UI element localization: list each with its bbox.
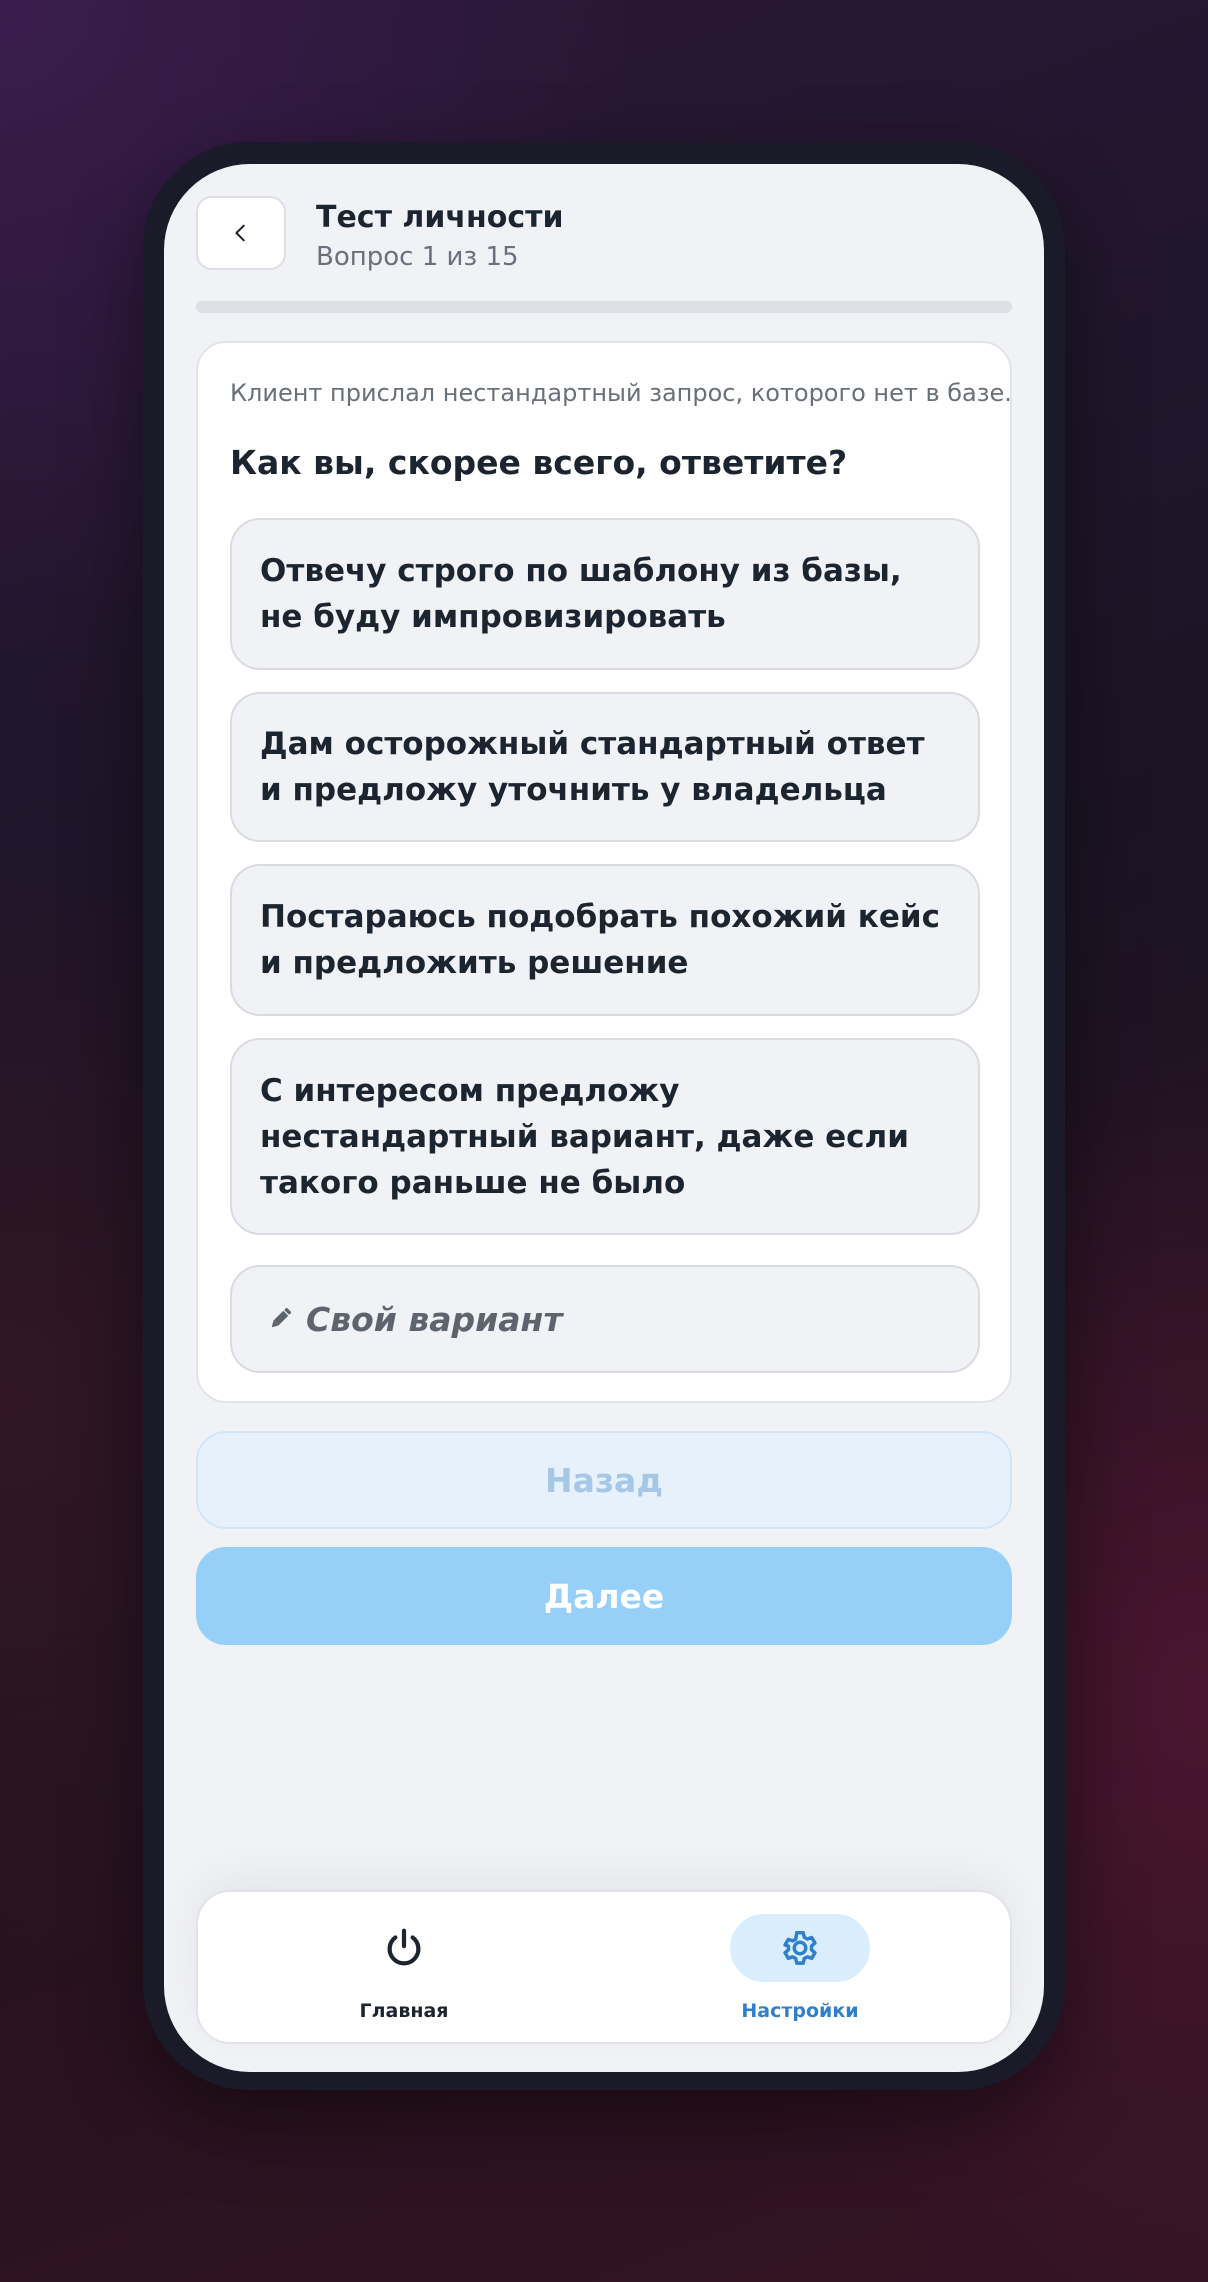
answer-option-label: Дам осторожный стандартный ответ и предл…: [260, 726, 925, 808]
question-counter: Вопрос 1 из 15: [316, 242, 519, 272]
power-icon: [387, 1928, 421, 1966]
tab-settings[interactable]: Настройки: [700, 1892, 900, 2042]
pencil-icon: [271, 1307, 292, 1328]
question-card: Клиент прислал нестандартный запрос, кот…: [196, 341, 1012, 1403]
answer-option-label: С интересом предложу нестандартный вариа…: [260, 1072, 909, 1201]
answer-option-4[interactable]: С интересом предложу нестандартный вариа…: [230, 1038, 980, 1235]
answer-option-label: Отвечу строго по шаблону из базы, не буд…: [260, 553, 902, 635]
tab-home-label: Главная: [359, 2000, 449, 2022]
answer-option-label: Постараюсь подобрать похожий кейс и пред…: [260, 899, 940, 981]
back-arrow-button[interactable]: [196, 196, 286, 270]
tab-settings-icon-wrap: [730, 1914, 870, 1982]
custom-answer-label: Свой вариант: [306, 1299, 563, 1339]
chevron-left-icon: [235, 224, 245, 242]
answer-option-2[interactable]: Дам осторожный стандартный ответ и предл…: [230, 692, 980, 842]
answer-option-3[interactable]: Постараюсь подобрать похожий кейс и пред…: [230, 864, 980, 1016]
custom-answer-option[interactable]: Свой вариант: [230, 1265, 980, 1373]
tab-home[interactable]: Главная: [304, 1892, 504, 2042]
question-text: Как вы, скорее всего, ответите?: [230, 443, 848, 482]
app-screen: Тест личности Вопрос 1 из 15 Клиент прис…: [164, 164, 1044, 2072]
page-title: Тест личности: [316, 200, 564, 235]
back-button[interactable]: Назад: [196, 1431, 1012, 1529]
next-button[interactable]: Далее: [196, 1547, 1012, 1645]
header: Тест личности Вопрос 1 из 15: [196, 196, 1012, 276]
tab-home-icon-wrap: [334, 1914, 474, 1982]
answer-option-1[interactable]: Отвечу строго по шаблону из базы, не буд…: [230, 518, 980, 670]
gear-icon: [783, 1930, 817, 1965]
progress-bar: [196, 301, 1012, 313]
tab-settings-label: Настройки: [741, 2000, 859, 2022]
bottom-tab-bar: Главная Настройки: [196, 1890, 1012, 2044]
question-context: Клиент прислал нестандартный запрос, кот…: [230, 379, 1012, 407]
